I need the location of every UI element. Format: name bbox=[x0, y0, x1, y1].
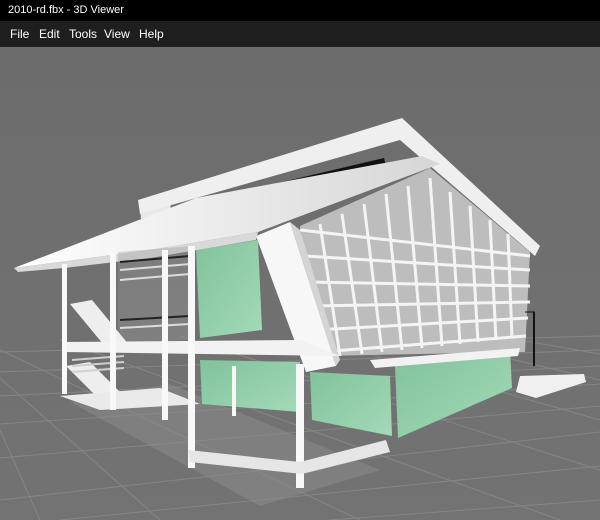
menu-tools[interactable]: Tools bbox=[63, 21, 103, 47]
scene-canvas[interactable] bbox=[0, 47, 600, 520]
menu-edit[interactable]: Edit bbox=[33, 21, 66, 47]
glass-panel-upper-left bbox=[196, 240, 262, 338]
3d-viewport[interactable] bbox=[0, 47, 600, 520]
door-frame bbox=[533, 312, 535, 366]
menu-view[interactable]: View bbox=[98, 21, 136, 47]
app-window: 2010-rd.fbx - 3D Viewer File Edit Tools … bbox=[0, 0, 600, 520]
menu-file[interactable]: File bbox=[4, 21, 35, 47]
menu-bar: File Edit Tools View Help bbox=[0, 21, 600, 47]
title-bar: 2010-rd.fbx - 3D Viewer bbox=[0, 0, 600, 21]
glass-panel-lower-left bbox=[200, 360, 300, 412]
menu-help[interactable]: Help bbox=[133, 21, 170, 47]
window-title: 2010-rd.fbx - 3D Viewer bbox=[8, 4, 124, 16]
